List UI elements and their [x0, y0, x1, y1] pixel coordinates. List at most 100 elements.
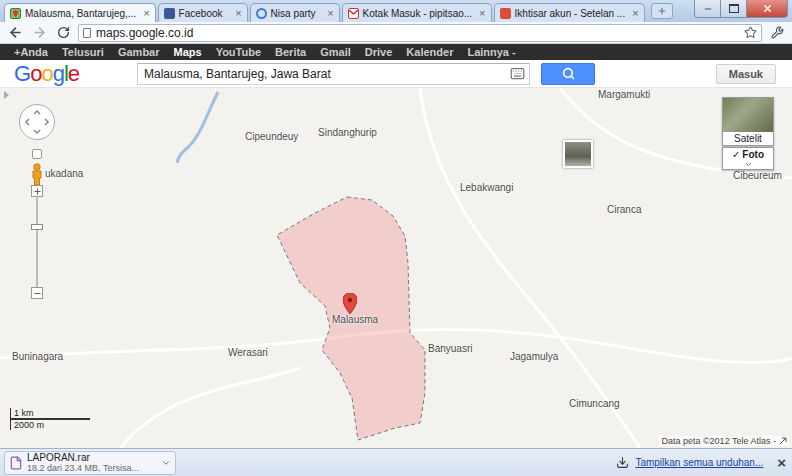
page-icon [83, 28, 91, 38]
google-bar-link[interactable]: Gmail [320, 46, 351, 58]
place-label[interactable]: ukadana [45, 168, 83, 179]
star-icon[interactable] [744, 26, 757, 39]
place-label[interactable]: Malausma [332, 314, 378, 325]
browser-window: Malausma, Bantarujeg,...×Facebook×Nisa p… [0, 0, 792, 476]
browser-tab[interactable]: Nisa party × [250, 3, 340, 22]
tab-title: Kotak Masuk - pipitsao... [363, 8, 473, 19]
scale-top: 1 km [10, 408, 90, 420]
tab-close-button[interactable]: × [143, 7, 149, 19]
google-bar-link[interactable]: Berita [275, 46, 306, 58]
place-label[interactable]: Margamukti [598, 89, 650, 100]
place-label[interactable]: Buninagara [12, 351, 63, 362]
search-button[interactable] [541, 63, 595, 85]
keyboard-icon [510, 66, 525, 81]
satellite-toggle[interactable]: Satelit [722, 97, 774, 146]
google-plus-icon [500, 8, 511, 19]
tab-title: Facebook [179, 8, 229, 19]
map[interactable]: Margamukti Cipeundeuy Sindanghurip ukadana C… [0, 88, 792, 448]
layer-controls: Satelit ✓Foto [722, 97, 774, 170]
zoom-out-button[interactable] [31, 287, 43, 299]
plus-icon [657, 6, 667, 16]
fullscreen-button[interactable] [32, 149, 42, 159]
place-label[interactable]: Ciranca [607, 204, 641, 215]
zoom-slider[interactable] [36, 197, 38, 287]
minimize-button[interactable] [694, 0, 721, 18]
google-bar-link[interactable]: YouTube [216, 46, 261, 58]
browser-tab[interactable]: Malausma, Bantarujeg,... × [4, 3, 156, 22]
back-arrow-icon [8, 25, 23, 40]
place-label[interactable]: Jagamulya [510, 351, 558, 362]
browser-tab[interactable]: Ikhtisar akun - Setelan ... × [494, 3, 645, 22]
back-button[interactable] [6, 24, 24, 42]
keyboard-button[interactable] [510, 66, 525, 81]
minus-icon [33, 289, 42, 298]
pan-control[interactable] [19, 104, 55, 140]
search-header: GoogleMalausma, Bantarujeg, Jawa Barat Ma… [0, 60, 792, 88]
download-icon [616, 456, 629, 469]
google-bar-link[interactable]: +Anda [14, 46, 48, 58]
close-download-bar-button[interactable]: × [777, 454, 786, 471]
show-all-downloads-link[interactable]: Tampilkan semua unduhan... [635, 457, 763, 468]
satellite-thumbnail [723, 98, 773, 132]
google-bar-link[interactable]: Lainnya - [467, 46, 515, 58]
download-file-name: LAPORAN.rar [27, 452, 157, 463]
minimize-icon [703, 4, 713, 14]
zoom-thumb[interactable] [31, 224, 43, 230]
google-bar-link[interactable]: Kalender [406, 46, 453, 58]
google-bar-link[interactable]: Telusuri [62, 46, 104, 58]
map-scale: 1 km2000 m [10, 408, 90, 430]
browser-tab[interactable]: Kotak Masuk - pipitsao... × [342, 3, 492, 22]
place-label[interactable]: Cimuncang [569, 398, 620, 409]
tab-strip: Malausma, Bantarujeg,...×Facebook×Nisa p… [0, 0, 792, 22]
place-label[interactable]: Banyuasri [428, 343, 472, 354]
photos-label: ✓Foto [732, 149, 764, 160]
download-item[interactable]: LAPORAN.rar18.2 dari 23.4 MB, Tersisa... [4, 451, 176, 475]
search-field[interactable]: Malausma, Bantarujeg, Jawa Barat [137, 63, 530, 85]
download-bar: LAPORAN.rar18.2 dari 23.4 MB, Tersisa...… [0, 448, 792, 476]
google-bar: +Anda Telusuri Gambar Maps YouTube Berita Gmai… [0, 44, 792, 60]
window-controls [695, 0, 788, 18]
map-pin-icon[interactable] [343, 293, 357, 314]
zoom-in-button[interactable] [31, 185, 43, 197]
google-logo[interactable]: Google [14, 63, 137, 85]
tab-row: Malausma, Bantarujeg,...×Facebook×Nisa p… [4, 0, 695, 22]
panel-toggle-icon[interactable] [2, 90, 10, 100]
place-label[interactable]: Sindanghurip [318, 127, 377, 138]
place-label[interactable]: Werasari [228, 347, 268, 358]
close-window-button[interactable] [746, 0, 788, 18]
dropdown-arrow-icon[interactable] [161, 458, 171, 468]
google-bar-link[interactable]: Maps [174, 46, 202, 58]
reload-button[interactable] [54, 24, 72, 42]
maximize-button[interactable] [720, 0, 747, 18]
district-boundary[interactable] [277, 197, 425, 440]
pegman-icon[interactable] [30, 163, 44, 185]
sign-in-button[interactable]: Masuk [716, 64, 776, 84]
place-label[interactable]: Cibeureum [733, 170, 782, 181]
tab-close-button[interactable]: × [632, 7, 638, 19]
tab-title: Ikhtisar akun - Setelan ... [515, 8, 626, 19]
address-bar[interactable]: maps.google.co.id [78, 24, 762, 42]
new-tab-button[interactable] [651, 3, 673, 19]
toolbar: maps.google.co.id [0, 22, 792, 44]
settings-button[interactable] [768, 24, 786, 42]
browser-tab[interactable]: Facebook × [158, 3, 248, 22]
map-canvas[interactable] [0, 88, 792, 448]
scale-bottom: 2000 m [10, 420, 54, 430]
tab-close-button[interactable]: × [235, 7, 241, 19]
place-label[interactable]: Lebakwangi [460, 182, 513, 193]
tab-close-button[interactable]: × [327, 7, 333, 19]
place-label[interactable]: Cipeundeuy [245, 131, 298, 142]
photo-thumbnail[interactable] [563, 140, 593, 168]
check-mark: ✓ [732, 149, 740, 160]
google-bar-link[interactable]: Gambar [118, 46, 160, 58]
wrench-icon [771, 26, 784, 39]
tab-title: Malausma, Bantarujeg,... [25, 8, 136, 19]
maximize-icon [729, 4, 739, 13]
tab-title: Nisa party [271, 8, 321, 19]
satellite-label: Satelit [723, 132, 773, 145]
forward-button[interactable] [30, 24, 48, 42]
photos-toggle[interactable]: ✓Foto [722, 147, 774, 170]
google-bar-link[interactable]: Drive [365, 46, 393, 58]
tab-close-button[interactable]: × [479, 7, 485, 19]
expand-icon[interactable] [779, 437, 787, 445]
